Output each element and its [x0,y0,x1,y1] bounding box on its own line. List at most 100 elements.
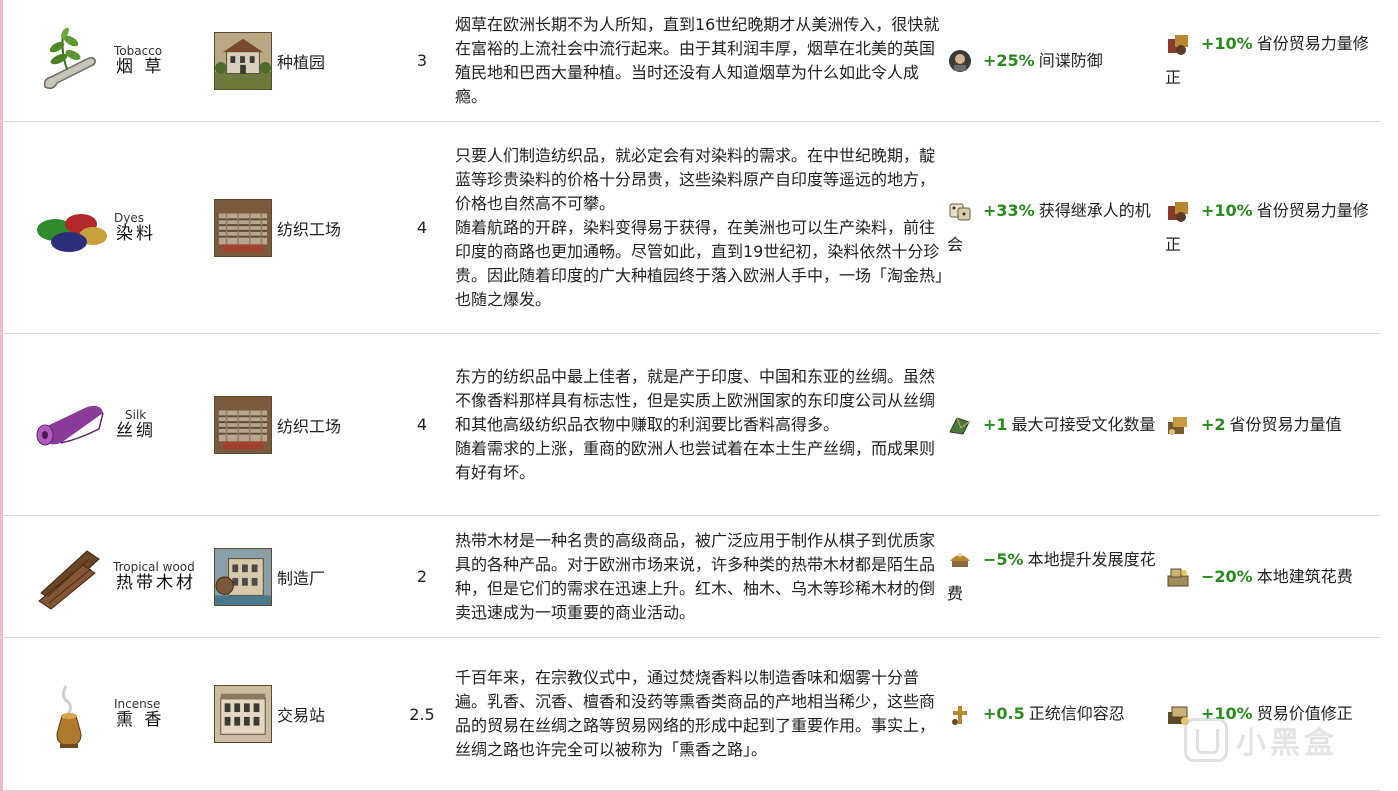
modifier-text: 本地建筑花费 [1256,566,1353,586]
goods-name-zh: 热带木材 [116,572,196,593]
goods-icon-cell [29,122,111,333]
goods-name-zh: 熏 香 [116,710,165,730]
goods-icon-cell [29,334,111,515]
textile-factory-icon [214,395,272,454]
modifier-text: 省份贸易力量修正 [1165,33,1369,87]
modifier: +1 最大可接受文化数量 [947,408,1156,442]
modifier-text: 间谍防御 [1038,50,1103,70]
modifier: +2 省份贸易力量值 [1165,408,1342,442]
modifier-value: +2 [1201,414,1226,434]
silk-icon [36,405,104,445]
construction-cost-icon [1167,568,1189,587]
description-paragraph: 热带木材是一种名贵的高级商品，被广泛应用于制作从棋子到优质家具的各种产品。对于欧… [455,530,936,622]
description-paragraph: 只要人们制造纺织品，就必定会有对染料的需求。在中世纪晚期，靛蓝等珍贵染料的价格十… [455,145,936,213]
building-image-cell [212,0,274,121]
modifier: +0.5 正统信仰容忍 [947,697,1125,731]
modifier-text: 省份贸易力量修正 [1165,200,1369,254]
goods-name-cell: Silk 丝绸 [111,334,207,515]
goods-name-cell: Incense 熏 香 [111,638,207,790]
description-paragraph: 东方的纺织品中最上佳者，就是产于印度、中国和东亚的丝绸。虽然不像香料那样具有标志… [455,366,936,434]
table-row: Dyes 染料 纺织工场 4 只要人们制造纺织品，就必定会有对染料的需求。在中世… [3,122,1380,334]
dyes-icon [37,213,107,252]
modifier: +33% 获得继承人的机会 [947,194,1165,262]
table-row: Incense 熏 香 交易站 2.5 千百年来，在宗教仪式中，通过焚烧香料以制… [3,638,1380,791]
modifier-cell: +25% 间谍防御 [947,0,1165,121]
modifier-cell: +33% 获得继承人的机会 [947,122,1165,333]
modifier-value: +0.5 [983,704,1025,723]
trade-power-value-icon [1168,417,1187,435]
modifier: +25% 间谍防御 [947,44,1103,78]
modifier-text: 获得继承人的机会 [947,200,1151,254]
goods-description: 烟草在欧洲长期不为人所知，直到16世纪晚期才从美洲传入，很快就在富裕的上流社会中… [455,0,945,121]
modifier-text: 省份贸易力量值 [1229,414,1342,434]
modifier-value: +33% [983,200,1035,220]
watermark-text: 小黑盒 [1236,726,1338,761]
modifier: +10% 省份贸易力量修正 [1165,27,1380,95]
building-name: 纺织工场 [277,219,342,239]
table-row: Tropical wood 热带木材 制造厂 2 热带木材是一种名贵的高级商品，… [3,516,1380,638]
goods-name-en: Tobacco [114,43,163,58]
description-paragraph: 烟草在欧洲长期不为人所知，直到16世纪晚期才从美洲传入，很快就在富裕的上流社会中… [455,14,940,106]
modifier-value: −5% [983,549,1024,569]
building-image-cell [212,334,274,515]
goods-name-en: Tropical wood [113,559,195,574]
incense-icon [56,685,82,748]
trade-power-icon [1168,202,1188,222]
goods-icon-cell [29,638,111,790]
goods-description: 千百年来，在宗教仪式中，通过焚烧香料以制造香味和烟雾十分普遍。乳香、沉香、檀香和… [455,638,945,790]
goods-name-cell: Tropical wood 热带木材 [111,516,207,637]
plantation-icon [214,31,272,90]
goods-name-cell: Dyes 染料 [111,122,207,333]
development-cost-icon [950,553,970,567]
modifier: −20% 本地建筑花费 [1165,560,1353,594]
modifier-text: 正统信仰容忍 [1028,704,1125,723]
modifier: +10% 省份贸易力量修正 [1165,194,1380,262]
description-paragraph: 随着需求的上涨，重商的欧洲人也尝试着在本土生产丝绸，而成果则有好有坏。 [455,438,936,482]
description-paragraph: 千百年来，在宗教仪式中，通过焚烧香料以制造香味和烟雾十分普遍。乳香、沉香、檀香和… [455,668,936,759]
spy-defense-icon [949,50,971,72]
goods-description: 东方的纺织品中最上佳者，就是产于印度、中国和东亚的丝绸。虽然不像香料那样具有标志… [455,334,945,515]
building-image-cell [212,516,274,637]
modifier-value: −20% [1201,566,1253,586]
modifier-value: +10% [1201,33,1253,53]
goods-icon-cell [29,0,111,121]
table-row: Silk 丝绸 纺织工场 4 东方的纺织品中最上佳者，就是产于印度、中国和东亚的… [3,334,1380,516]
modifier-cell: +2 省份贸易力量值 [1165,334,1380,515]
tobacco-icon [43,27,96,89]
tropical-wood-icon [38,549,100,610]
modifier-value: +25% [983,50,1035,70]
goods-name-cell: Tobacco 烟 草 [111,0,207,121]
goods-value: 3 [416,51,428,70]
modifier-value: +1 [983,414,1008,434]
goods-description: 热带木材是一种名贵的高级商品，被广泛应用于制作从棋子到优质家具的各种产品。对于欧… [455,516,945,637]
modifier-cell: +1 最大可接受文化数量 [947,334,1165,515]
modifier-cell: +0.5 正统信仰容忍 [947,638,1165,790]
goods-icon-cell [29,516,111,637]
heybox-logo-icon [1184,718,1228,762]
modifier: −5% 本地提升发展度花费 [947,543,1165,611]
building-name: 纺织工场 [277,416,342,436]
goods-name-zh: 丝绸 [116,420,156,441]
modifier-cell: +10% 省份贸易力量修正 [1165,122,1380,333]
modifier-cell: +10% 贸易价值修正 [1165,638,1380,790]
tolerance-icon [952,705,967,725]
modifier-cell: −20% 本地建筑花费 [1165,516,1380,637]
goods-name-en: Silk [125,407,147,422]
goods-description: 只要人们制造纺织品，就必定会有对染料的需求。在中世纪晚期，靛蓝等珍贵染料的价格十… [455,122,945,333]
textile-factory-icon [214,198,272,257]
modifier-cell: −5% 本地提升发展度花费 [947,516,1165,637]
goods-value: 4 [416,415,428,434]
heir-chance-icon [949,203,971,221]
building-image-cell [212,122,274,333]
goods-value: 2.5 [409,704,435,724]
description-paragraph: 随着航路的开辟，染料变得易于获得，在美洲也可以生产染料，前往印度的商路也更加通畅… [455,217,944,309]
trade-power-icon [1168,35,1188,55]
goods-name-zh: 烟 草 [116,56,165,77]
modifier-text: 最大可接受文化数量 [1011,414,1156,434]
watermark: 小黑盒 [1184,718,1338,762]
goods-value: 2 [416,567,428,586]
trade-station-icon [214,685,272,743]
building-name: 制造厂 [277,568,326,588]
modifier-cell: +10% 省份贸易力量修正 [1165,0,1380,121]
building-name: 种植园 [277,52,326,72]
